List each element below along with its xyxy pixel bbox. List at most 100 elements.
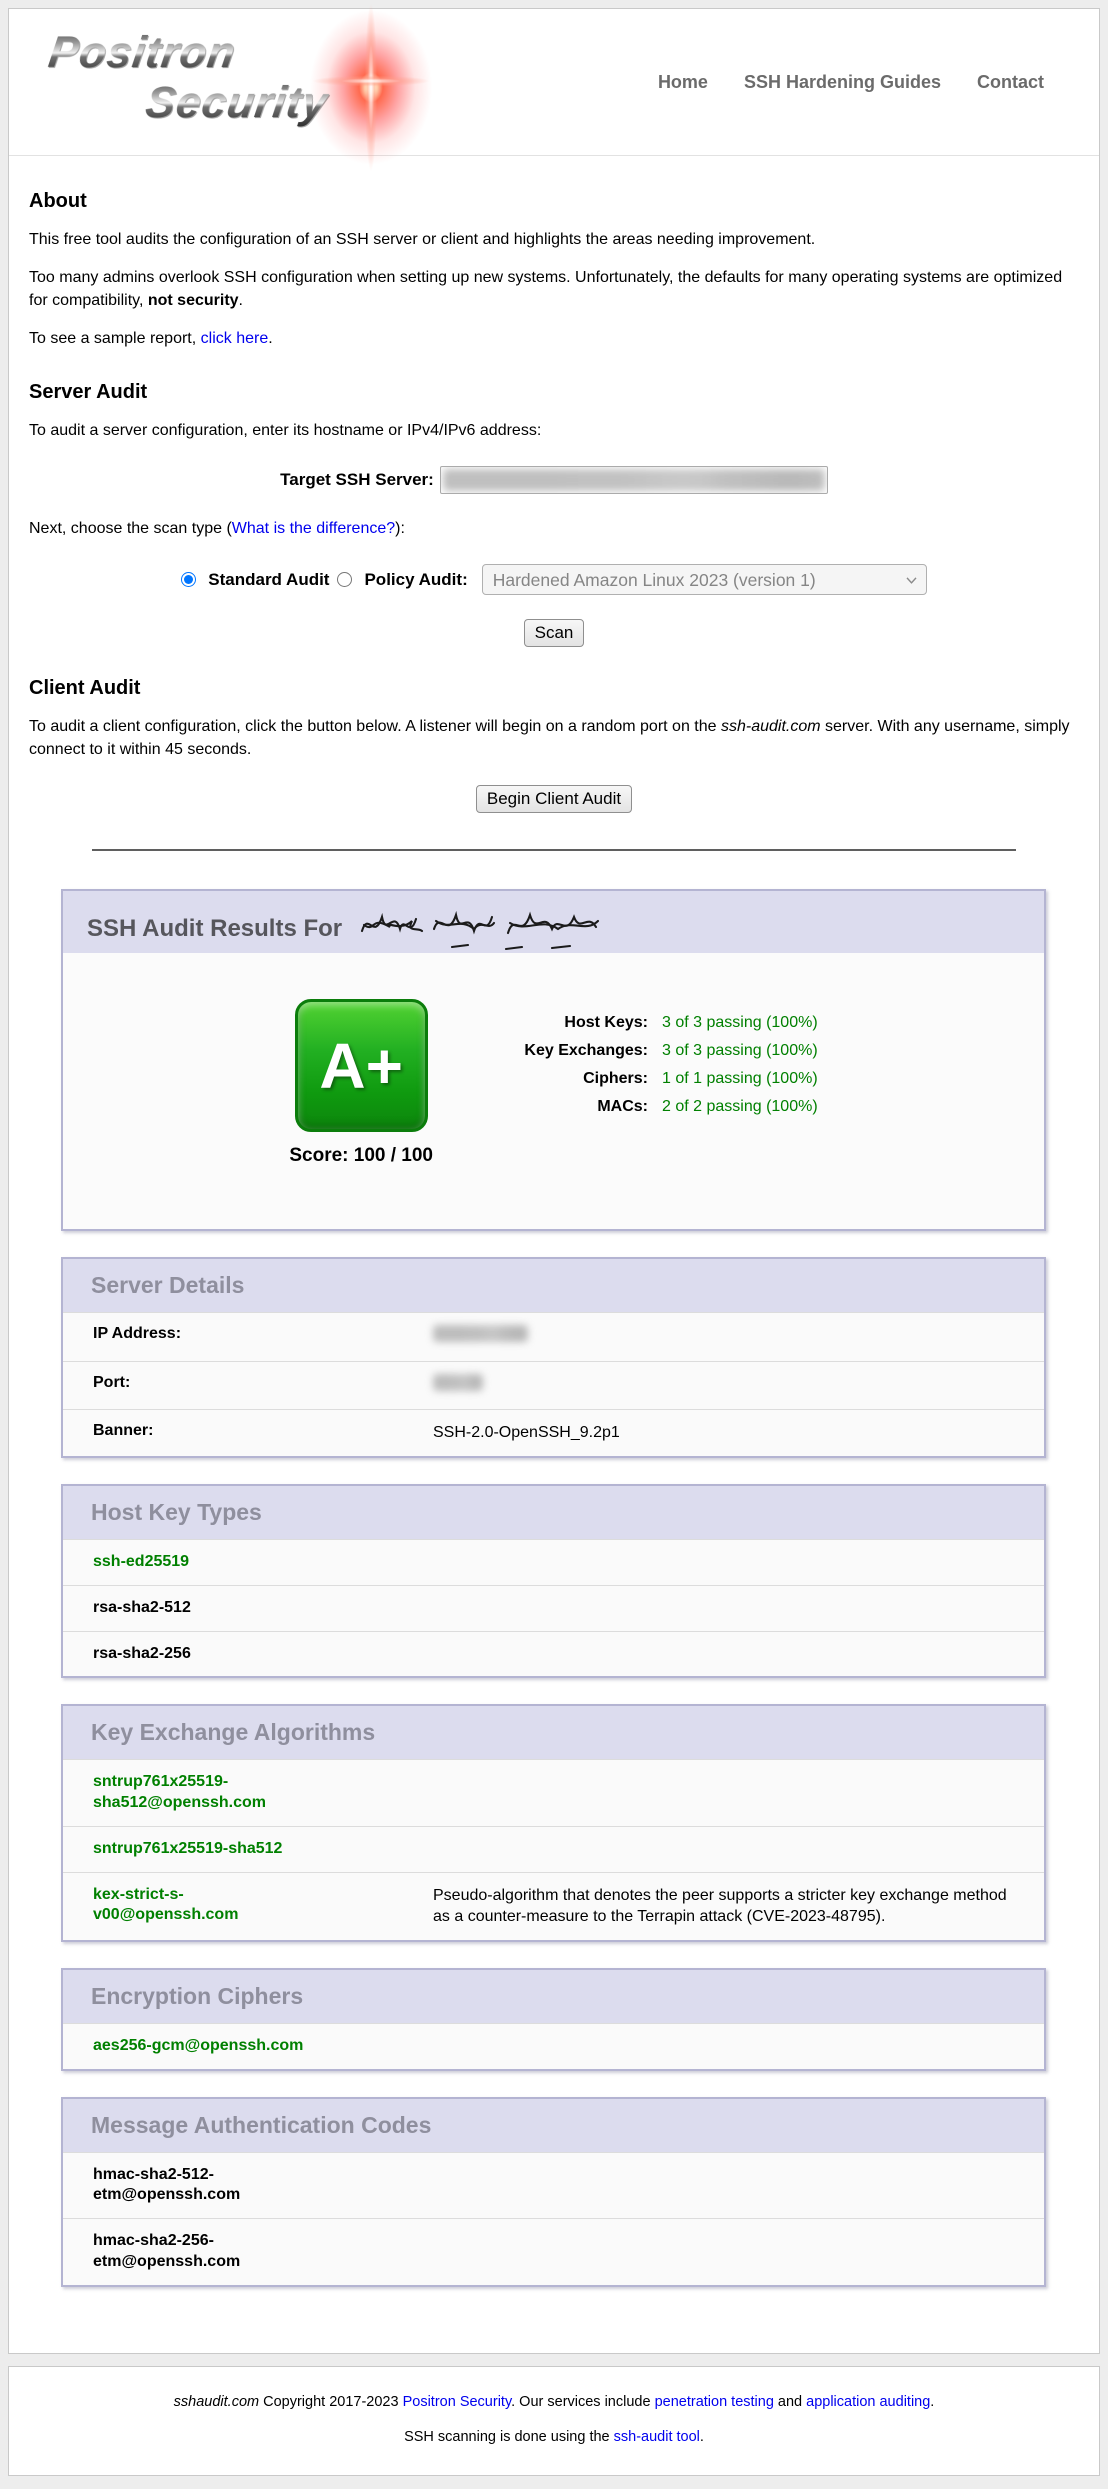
client-audit-paragraph: To audit a client configuration, click t… [29, 716, 1079, 761]
footer-site-name: sshaudit.com [174, 2394, 259, 2410]
encryption-ciphers-panel: Encryption Ciphers aes256-gcm@openssh.co… [61, 1968, 1046, 2071]
table-row: rsa-sha2-256 [63, 1631, 1044, 1677]
redacted-port-value [433, 1374, 483, 1391]
stat-label: Ciphers: [483, 1070, 648, 1088]
page-content: About This free tool audits the configur… [9, 156, 1099, 2353]
policy-select[interactable]: Hardened Amazon Linux 2023 (version 1) [482, 564, 927, 595]
footer-company-link[interactable]: Positron Security [403, 2394, 512, 2410]
main-nav: Home SSH Hardening Guides Contact [658, 72, 1044, 93]
sample-report-link[interactable]: click here [201, 330, 269, 347]
scan-type-difference-link[interactable]: What is the difference? [232, 520, 395, 537]
macs-panel: Message Authentication Codes hmac-sha2-5… [61, 2097, 1046, 2287]
about-paragraph-2: Too many admins overlook SSH configurati… [29, 267, 1079, 312]
stat-row-macs: MACs: 2 of 2 passing (100%) [483, 1093, 818, 1121]
algorithm-name: aes256-gcm@openssh.com [63, 2036, 433, 2057]
positron-security-logo[interactable]: Positron Security [31, 20, 461, 145]
nav-ssh-hardening-guides[interactable]: SSH Hardening Guides [744, 72, 941, 93]
site-footer: sshaudit.com Copyright 2017-2023 Positro… [8, 2366, 1100, 2476]
footer-audit-link[interactable]: application auditing [806, 2394, 930, 2410]
redacted-ip-value [433, 1325, 528, 1342]
redacted-hostname-scribble [356, 903, 606, 953]
stat-row-host-keys: Host Keys: 3 of 3 passing (100%) [483, 1009, 818, 1037]
about-p2-period: . [239, 292, 243, 309]
server-details-panel: Server Details IP Address: Port: Banner:… [61, 1257, 1046, 1458]
begin-client-audit-button[interactable]: Begin Client Audit [476, 785, 632, 813]
stat-row-ciphers: Ciphers: 1 of 1 passing (100%) [483, 1065, 818, 1093]
footer-line-2: SSH scanning is done using the ssh-audit… [9, 2429, 1099, 2445]
policy-select-wrap: Hardened Amazon Linux 2023 (version 1) [482, 564, 927, 595]
server-audit-intro: To audit a server configuration, enter i… [29, 420, 1079, 442]
algorithm-note [433, 1839, 1044, 1860]
footer-pentest-link[interactable]: penetration testing [655, 2394, 774, 2410]
nav-contact[interactable]: Contact [977, 72, 1044, 93]
macs-title: Message Authentication Codes [63, 2099, 1044, 2152]
row-value [433, 1325, 1044, 1349]
target-server-input[interactable] [440, 466, 828, 494]
algorithm-name: rsa-sha2-512 [63, 1598, 433, 1619]
table-row: ssh-ed25519 [63, 1539, 1044, 1585]
client-audit-text: To audit a client configuration, click t… [29, 718, 721, 735]
results-body: A+ Score: 100 / 100 Host Keys: 3 of 3 pa… [63, 953, 1044, 1229]
server-details-title: Server Details [63, 1259, 1044, 1312]
scan-button-row: Scan [29, 619, 1079, 647]
sample-report-text: To see a sample report, [29, 330, 201, 347]
stat-label: Host Keys: [483, 1014, 648, 1032]
nav-home[interactable]: Home [658, 72, 708, 93]
about-paragraph-1: This free tool audits the configuration … [29, 229, 1079, 251]
scan-type-text-after: ): [395, 520, 405, 537]
redacted-target-value [443, 469, 825, 491]
logo-word-positron: Positron [45, 28, 238, 78]
stat-value: 3 of 3 passing (100%) [662, 1014, 818, 1032]
logo-word-security: Security [142, 78, 331, 128]
about-p2-bold: not security [148, 292, 239, 309]
standard-audit-label[interactable]: Standard Audit [208, 570, 329, 590]
algorithm-name: sntrup761x25519-sha512 [63, 1839, 433, 1860]
stat-row-key-exchanges: Key Exchanges: 3 of 3 passing (100%) [483, 1037, 818, 1065]
scan-type-options-row: Standard Audit Policy Audit: Hardened Am… [29, 564, 1079, 595]
site-header: Positron Security Home SSH Hardening Gui… [9, 9, 1099, 156]
footer-services-text: . Our services include [511, 2394, 654, 2410]
policy-audit-radio[interactable] [337, 572, 352, 587]
algorithm-name: hmac-sha2-256-etm@openssh.com [63, 2231, 433, 2273]
results-title: SSH Audit Results For [87, 915, 342, 943]
host-key-types-title: Host Key Types [63, 1486, 1044, 1539]
algorithm-name: kex-strict-s-v00@openssh.com [63, 1885, 433, 1928]
stat-label: Key Exchanges: [483, 1042, 648, 1060]
main-card: Positron Security Home SSH Hardening Gui… [8, 8, 1100, 2354]
footer-ssh-audit-tool-link[interactable]: ssh-audit tool [614, 2429, 700, 2445]
grade-block: A+ Score: 100 / 100 [289, 999, 433, 1167]
row-label: Port: [63, 1374, 433, 1398]
scan-type-paragraph: Next, choose the scan type (What is the … [29, 518, 1079, 540]
table-row: hmac-sha2-256-etm@openssh.com [63, 2218, 1044, 2285]
score-label: Score: 100 / 100 [289, 1145, 433, 1167]
table-row-banner: Banner: SSH-2.0-OpenSSH_9.2p1 [63, 1409, 1044, 1456]
standard-audit-radio[interactable] [181, 572, 196, 587]
policy-audit-label[interactable]: Policy Audit: [364, 570, 467, 590]
ssh-audit-results-panel: SSH Audit Results For A+ S [61, 889, 1046, 1231]
sample-report-paragraph: To see a sample report, click here. [29, 328, 1079, 350]
grade-letter: A+ [319, 1029, 403, 1103]
results-stats: Host Keys: 3 of 3 passing (100%) Key Exc… [483, 1009, 818, 1167]
about-heading: About [29, 190, 1079, 213]
row-label: IP Address: [63, 1325, 433, 1349]
table-row-ip: IP Address: [63, 1312, 1044, 1361]
footer-scanning-text: SSH scanning is done using the [404, 2429, 614, 2445]
algorithm-name: ssh-ed25519 [63, 1552, 433, 1573]
footer-line-1: sshaudit.com Copyright 2017-2023 Positro… [9, 2394, 1099, 2410]
target-server-row: Target SSH Server: [29, 466, 1079, 494]
footer-line2-period: . [700, 2429, 704, 2445]
footer-and-text: and [774, 2394, 806, 2410]
table-row: rsa-sha2-512 [63, 1585, 1044, 1631]
algorithm-name: sntrup761x25519-sha512@openssh.com [63, 1772, 433, 1814]
encryption-ciphers-title: Encryption Ciphers [63, 1970, 1044, 2023]
table-row: aes256-gcm@openssh.com [63, 2023, 1044, 2069]
grade-badge: A+ [295, 999, 428, 1132]
footer-copyright: Copyright 2017-2023 [259, 2394, 403, 2410]
target-server-label: Target SSH Server: [280, 470, 434, 490]
algorithm-note [433, 1772, 1044, 1814]
scan-button[interactable]: Scan [524, 619, 585, 647]
scan-type-text: Next, choose the scan type ( [29, 520, 232, 537]
results-panel-header: SSH Audit Results For [63, 891, 1044, 953]
sample-report-period: . [268, 330, 272, 347]
row-value [433, 1374, 1044, 1398]
